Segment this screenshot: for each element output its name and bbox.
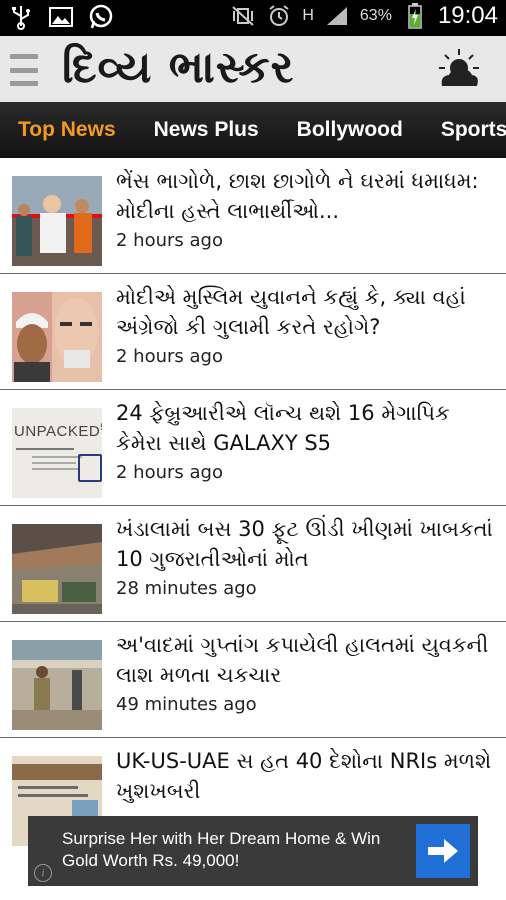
news-headline: 24 ફેબ્રુઆરીએ લૉન્ચ થશે 16 મેગાપિક કેમેર…	[116, 401, 450, 455]
battery-percent: 63%	[359, 7, 392, 24]
news-feed: ભેંસ ભાગોળે, છાશ છાગોળે ને ઘરમાં ધમાધમ: …	[0, 158, 506, 853]
alarm-icon	[266, 3, 292, 29]
clock: 19:04	[437, 2, 498, 29]
app-logo: દિવ્ય ભાસ્કર	[62, 42, 295, 93]
news-item[interactable]: મોદીએ મુસ્લિમ યુવાનને કહ્યું કે, ક્યા વહ…	[0, 274, 506, 390]
news-timestamp: 28 minutes ago	[116, 578, 257, 599]
signal-icon	[324, 3, 350, 29]
notification-icons	[8, 4, 114, 30]
tab-bollywood[interactable]: Bollywood	[297, 118, 403, 142]
status-bar: H 63% 19:04	[0, 0, 506, 36]
whatsapp-icon	[88, 4, 114, 30]
tab-sports[interactable]: Sports	[441, 118, 506, 142]
news-headline: મોદીએ મુસ્લિમ યુવાનને કહ્યું કે, ક્યા વહ…	[116, 285, 466, 339]
vibrate-mute-icon	[230, 3, 256, 29]
network-type-label: H	[302, 7, 314, 24]
news-item[interactable]: UNPACKED5 24 ફેબ્રુઆરીએ લૉન્ચ થશે 16 મેગ…	[0, 390, 506, 506]
battery-charging-icon	[402, 3, 428, 29]
news-thumbnail	[12, 640, 102, 730]
news-thumbnail	[12, 176, 102, 266]
news-timestamp: 49 minutes ago	[116, 694, 257, 715]
news-headline: UK-US-UAE સ હત 40 દેશોના NRIs મળશે ખુશખબ…	[116, 749, 492, 803]
tab-top-news[interactable]: Top News	[18, 118, 116, 142]
usb-icon	[8, 4, 34, 30]
ad-info-icon[interactable]: i	[34, 864, 52, 882]
news-timestamp: 2 hours ago	[116, 462, 223, 483]
news-headline: ભેંસ ભાગોળે, છાશ છાગોળે ને ઘરમાં ધમાધમ: …	[116, 169, 479, 223]
thumbnail-text: UNPACKED5	[14, 422, 102, 440]
app-header: દિવ્ય ભાસ્કર	[0, 36, 506, 102]
news-item[interactable]: ખંડાલામાં બસ 30 ફૂટ ઊંડી ખીણમાં ખાબકતાં …	[0, 506, 506, 622]
ad-banner[interactable]: Surprise Her with Her Dream Home & Win G…	[28, 816, 478, 886]
weather-icon[interactable]	[436, 46, 482, 92]
news-timestamp: 2 hours ago	[116, 346, 223, 367]
system-status: H 63% 19:04	[230, 2, 498, 30]
menu-icon[interactable]	[10, 52, 38, 88]
ad-arrow-button[interactable]	[416, 824, 470, 878]
ad-text: Surprise Her with Her Dream Home & Win G…	[62, 829, 381, 870]
news-item[interactable]: અ'વાદમાં ગુપ્તાંગ કપાયેલી હાલતમાં યુવકની…	[0, 622, 506, 738]
image-icon	[48, 4, 74, 30]
news-timestamp: 2 hours ago	[116, 230, 223, 251]
news-headline: ખંડાલામાં બસ 30 ફૂટ ઊંડી ખીણમાં ખાબકતાં …	[116, 517, 493, 571]
news-headline: અ'વાદમાં ગુપ્તાંગ કપાયેલી હાલતમાં યુવકની…	[116, 633, 489, 687]
tab-news-plus[interactable]: News Plus	[154, 118, 259, 142]
category-tabs: Top News News Plus Bollywood Sports	[0, 102, 506, 158]
news-thumbnail: UNPACKED5	[12, 408, 102, 498]
news-thumbnail	[12, 292, 102, 382]
news-thumbnail	[12, 524, 102, 614]
news-item[interactable]: ભેંસ ભાગોળે, છાશ છાગોળે ને ઘરમાં ધમાધમ: …	[0, 158, 506, 274]
arrow-right-icon	[428, 839, 458, 863]
